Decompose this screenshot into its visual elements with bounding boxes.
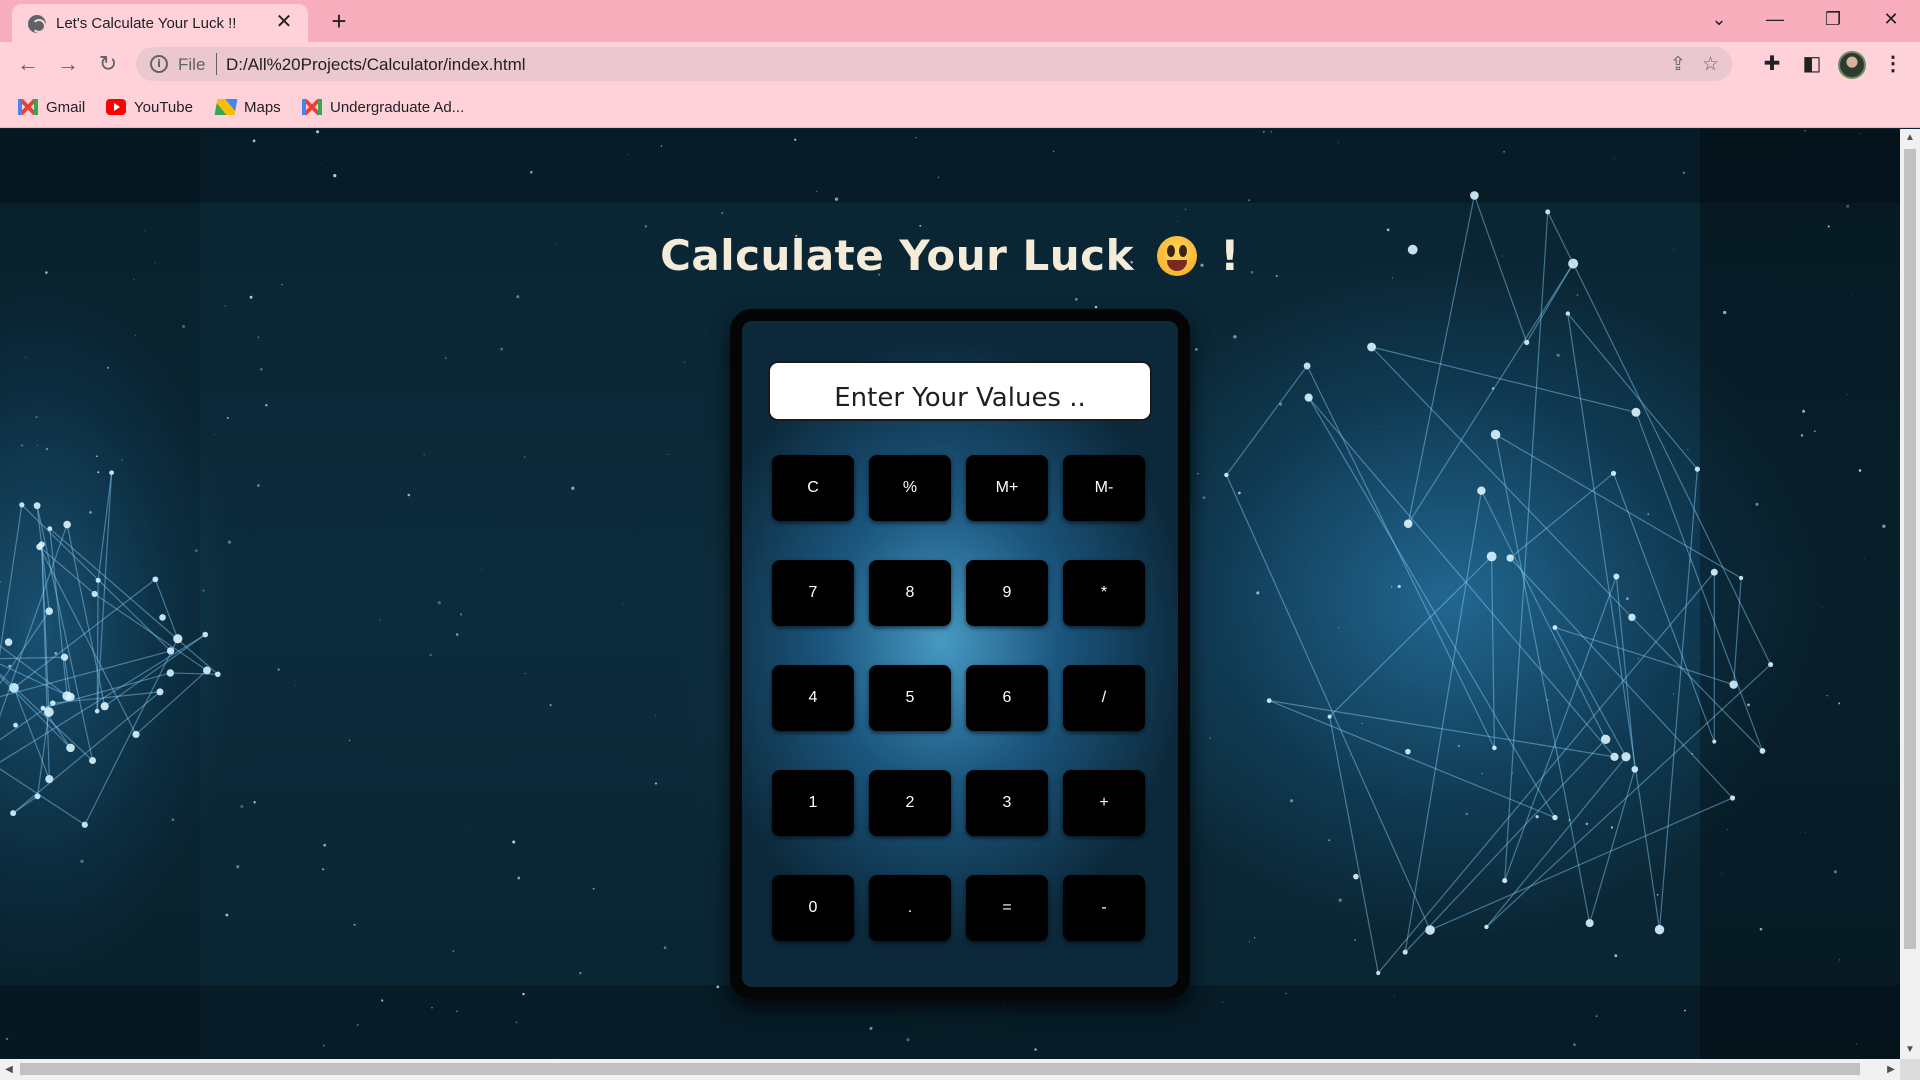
scroll-right-arrow-icon[interactable]: ▶ (1882, 1059, 1900, 1080)
minimize-button[interactable]: — (1750, 0, 1800, 38)
key-digit-8-button[interactable]: 8 (869, 560, 951, 626)
page-viewport: Calculate Your Luck ! C%M+M- 789* 456/ 123+… (0, 129, 1900, 1059)
bookmark-star-icon[interactable]: ☆ (1702, 53, 1719, 76)
page-title-suffix: ! (1220, 231, 1240, 280)
info-icon[interactable]: i (150, 55, 168, 73)
browser-toolbar: ← → ↻ i File D:/All%20Projects/Calculato… (0, 42, 1920, 86)
restore-button[interactable]: ❐ (1808, 0, 1858, 38)
key-clear-button[interactable]: C (772, 455, 854, 521)
tab-title: Let's Calculate Your Luck !! (56, 15, 237, 32)
key-digit-1-button[interactable]: 1 (772, 770, 854, 836)
horizontal-scrollbar[interactable]: ◀ ▶ (0, 1059, 1900, 1080)
scroll-up-arrow-icon[interactable]: ▲ (1900, 129, 1920, 147)
horizontal-scroll-thumb[interactable] (20, 1063, 1860, 1075)
bookmark-label: YouTube (134, 98, 193, 116)
side-panel-icon[interactable]: ◧ (1798, 50, 1826, 78)
key-digit-3-button[interactable]: 3 (966, 770, 1048, 836)
bookmark-label: Undergraduate Ad... (330, 98, 465, 116)
forward-arrow-icon[interactable]: → (52, 48, 84, 80)
key-digit-6-button[interactable]: 6 (966, 665, 1048, 731)
extensions-puzzle-icon[interactable]: ✚ (1758, 50, 1786, 78)
scrollbar-corner (1900, 1059, 1920, 1080)
scroll-left-arrow-icon[interactable]: ◀ (0, 1059, 18, 1080)
gmail-icon (18, 99, 38, 115)
key-subtract-button[interactable]: - (1063, 875, 1145, 941)
key-percent-button[interactable]: % (869, 455, 951, 521)
key-multiply-button[interactable]: * (1063, 560, 1145, 626)
key-digit-7-button[interactable]: 7 (772, 560, 854, 626)
calculator: C%M+M- 789* 456/ 123+0.=- (730, 309, 1190, 999)
browser-tab[interactable]: Let's Calculate Your Luck !! ✕ (12, 4, 308, 42)
bookmark-gmail[interactable]: Gmail (18, 97, 85, 117)
globe-icon (28, 15, 46, 33)
close-window-button[interactable]: ✕ (1866, 0, 1916, 38)
reload-icon[interactable]: ↻ (92, 48, 124, 80)
bookmark-label: Gmail (46, 98, 86, 116)
address-url[interactable]: D:/All%20Projects/Calculator/index.html (226, 55, 526, 75)
back-arrow-icon[interactable]: ← (12, 48, 44, 80)
key-digit-0-button[interactable]: 0 (772, 875, 854, 941)
tab-search-icon[interactable]: ⌄ (1694, 0, 1744, 38)
page-title: Calculate Your Luck ! (0, 231, 1900, 280)
address-divider (216, 53, 217, 75)
address-scheme: File (178, 55, 206, 74)
grinning-face-emoji-icon (1157, 236, 1198, 276)
bookmark-label: Maps (244, 98, 281, 116)
bookmark-maps[interactable]: Maps (214, 97, 281, 117)
bookmarks-bar: Gmail YouTube Maps Undergraduate Ad... (0, 86, 1920, 128)
key-add-button[interactable]: + (1063, 770, 1145, 836)
browser-tab-strip: Let's Calculate Your Luck !! ✕ + ⌄ — ❐ ✕ (0, 0, 1920, 42)
key-memory-add-button[interactable]: M+ (966, 455, 1048, 521)
maps-icon (214, 99, 238, 115)
calculator-display-input[interactable] (768, 361, 1152, 421)
youtube-icon (106, 99, 126, 115)
vertical-scrollbar[interactable]: ▲ ▼ (1900, 129, 1920, 1059)
share-icon[interactable]: ⇪ (1670, 53, 1686, 76)
vertical-scroll-thumb[interactable] (1904, 149, 1916, 949)
bookmark-youtube[interactable]: YouTube (106, 97, 193, 117)
close-tab-icon[interactable]: ✕ (272, 10, 296, 34)
new-tab-button[interactable]: + (324, 6, 354, 36)
key-digit-4-button[interactable]: 4 (772, 665, 854, 731)
key-digit-9-button[interactable]: 9 (966, 560, 1048, 626)
key-divide-button[interactable]: / (1063, 665, 1145, 731)
address-bar[interactable]: i File D:/All%20Projects/Calculator/inde… (136, 47, 1732, 81)
key-digit-5-button[interactable]: 5 (869, 665, 951, 731)
key-decimal-button[interactable]: . (869, 875, 951, 941)
kebab-menu-icon[interactable]: ⋮ (1883, 50, 1903, 78)
bookmark-undergraduate[interactable]: Undergraduate Ad... (302, 97, 464, 117)
page-title-text: Calculate Your Luck (660, 231, 1134, 280)
scroll-down-arrow-icon[interactable]: ▼ (1900, 1041, 1920, 1059)
key-digit-2-button[interactable]: 2 (869, 770, 951, 836)
gmail-icon (302, 99, 322, 115)
profile-avatar[interactable] (1838, 51, 1866, 79)
key-equals-button[interactable]: = (966, 875, 1048, 941)
key-memory-subtract-button[interactable]: M- (1063, 455, 1145, 521)
